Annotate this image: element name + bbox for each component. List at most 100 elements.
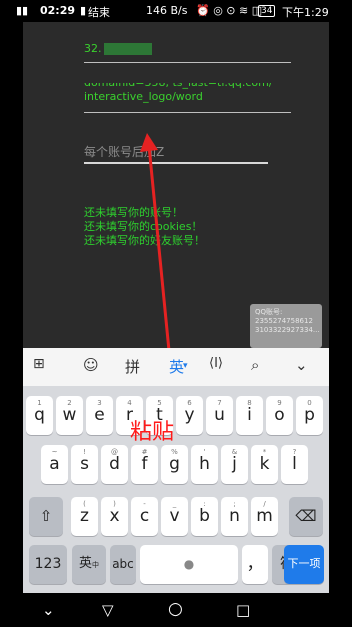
key-s[interactable]: ! s [71, 445, 98, 484]
menu-grid-icon[interactable]: ⊞ [33, 356, 45, 372]
shift-key[interactable]: ⇧ [29, 497, 63, 536]
key-secondary-label: 4 [127, 399, 132, 407]
key-label: o [274, 405, 285, 425]
account-input-underline [84, 162, 268, 164]
key-e[interactable]: 3e [86, 396, 113, 435]
status-bar: ▮▮ 02:29 ▮ 结束 146 B/s ⏰ ◎ ⊙ ≋ ◫ 34 下午1:2… [0, 0, 352, 22]
key-n[interactable]: ; n [221, 497, 248, 536]
key-j[interactable]: & j [221, 445, 248, 484]
key-x[interactable]: ) x [101, 497, 128, 536]
cursor-icon[interactable]: ⟨I⟩ [209, 356, 223, 371]
status-time: 02:29 [40, 4, 76, 17]
key-p[interactable]: 0p [296, 396, 323, 435]
key-u[interactable]: 7u [206, 396, 233, 435]
navigation-bar: ⌄ ▽ ○ □ [0, 593, 352, 627]
collapse-icon[interactable]: ⌄ [295, 356, 308, 374]
backspace-key[interactable]: ⌫ [289, 497, 323, 536]
next-key[interactable]: 下一项 [284, 545, 324, 584]
key-v[interactable]: _ v [161, 497, 188, 536]
key-label: i [247, 405, 252, 425]
status-carrier: 结束 [88, 6, 110, 19]
key-secondary-label: 9 [277, 399, 282, 407]
search-icon[interactable]: ⌕ [251, 356, 259, 374]
key-label: e [94, 405, 105, 425]
key-label: u [214, 405, 225, 425]
key-label: l [292, 454, 297, 474]
key-c[interactable]: -c [131, 497, 158, 536]
key-secondary-label: ( [83, 500, 86, 508]
nav-home-icon[interactable]: ○ [168, 599, 183, 619]
key-secondary-label: & [231, 448, 238, 456]
key-o[interactable]: 9o [266, 396, 293, 435]
key-secondary-label: 8 [247, 399, 252, 407]
key-secondary-label: 0 [307, 399, 312, 407]
key-q[interactable]: 1q [26, 396, 53, 435]
status-notification-icon: ▮ [80, 4, 87, 17]
nav-back-icon[interactable]: ▽ [102, 601, 114, 619]
key-secondary-label: : [203, 500, 206, 508]
key-secondary-label: - [143, 500, 146, 508]
key-label: m [256, 506, 273, 526]
key-label: d [109, 454, 120, 474]
clipboard-preview[interactable]: QQ账号: 2355274758612 3103322927334... [250, 304, 322, 348]
key-secondary-label: _ [172, 500, 177, 508]
key-label: n [229, 506, 240, 526]
key-w[interactable]: 2w [56, 396, 83, 435]
key-secondary-label: 6 [187, 399, 192, 407]
number-key[interactable]: 123 [29, 545, 67, 584]
key-secondary-label: 7 [217, 399, 222, 407]
field-divider [84, 112, 291, 113]
nav-down-icon[interactable]: ⌄ [42, 601, 55, 619]
pinyin-button[interactable]: 拼 [125, 356, 140, 377]
comma-key[interactable]: ， [242, 545, 268, 584]
key-k[interactable]: * k [251, 445, 278, 484]
status-right-time: 下午1:29 [282, 6, 329, 19]
key-secondary-label: 3 [97, 399, 102, 407]
clipboard-line2: 3103322927334... [255, 326, 320, 334]
emoji-icon[interactable]: ☺ [83, 356, 99, 374]
field-domain-line1: domainid=358, ts_last=ti.qq.com/ [84, 83, 273, 90]
key-y[interactable]: 6y [176, 396, 203, 435]
field-domain-line2: interactive_logo/word [84, 90, 203, 103]
lang-key-main: 英 [78, 556, 92, 571]
key-i[interactable]: 8i [236, 396, 263, 435]
key-label: p [304, 405, 315, 425]
key-g[interactable]: % g [161, 445, 188, 484]
key-secondary-label: ~ [51, 448, 58, 456]
abc-key[interactable]: abc [110, 545, 136, 584]
field-divider [84, 62, 291, 63]
lang-key[interactable]: 英中 [72, 545, 106, 584]
key-label: b [199, 506, 210, 526]
battery-icon: 34 [258, 5, 276, 17]
warning-account: 还未填写你的账号！ [84, 206, 183, 219]
keyboard-toolbar: ⊞ ☺ 拼 英 ▾ ⟨I⟩ ⌕ ⌄ [23, 348, 329, 386]
key-secondary-label: / [263, 500, 266, 508]
space-key[interactable]: ● [140, 545, 238, 584]
clipboard-line1: 2355274758612 [255, 317, 313, 325]
app-content: 32. domainid=358, ts_last=ti.qq.com/ int… [23, 22, 329, 348]
key-a[interactable]: ~ a [41, 445, 68, 484]
lang-key-sub: 中 [92, 561, 99, 569]
key-secondary-label: ) [113, 500, 116, 508]
key-label: v [169, 506, 180, 526]
key-m[interactable]: / m [251, 497, 278, 536]
key-label: k [259, 454, 270, 474]
account-input[interactable]: 每个账号后加Z [84, 143, 164, 160]
key-h[interactable]: ' h [191, 445, 218, 484]
nav-recent-icon[interactable]: □ [236, 601, 250, 619]
redacted-block [103, 43, 152, 55]
key-secondary-label: ' [203, 448, 206, 456]
key-z[interactable]: (z [71, 497, 98, 536]
key-f[interactable]: # f [131, 445, 158, 484]
clipboard-title: QQ账号: [255, 308, 283, 316]
key-secondary-label: 2 [67, 399, 72, 407]
key-secondary-label: * [262, 448, 267, 456]
field-domain[interactable]: domainid=358, ts_last=ti.qq.com/ interac… [84, 83, 273, 104]
english-button[interactable]: 英 [169, 356, 184, 377]
key-l[interactable]: ? l [281, 445, 308, 484]
key-label: s [80, 454, 89, 474]
key-b[interactable]: :b [191, 497, 218, 536]
status-signal-icon: ▮▮ [16, 4, 29, 17]
key-d[interactable]: @ d [101, 445, 128, 484]
field-server[interactable]: 32. [84, 42, 152, 55]
